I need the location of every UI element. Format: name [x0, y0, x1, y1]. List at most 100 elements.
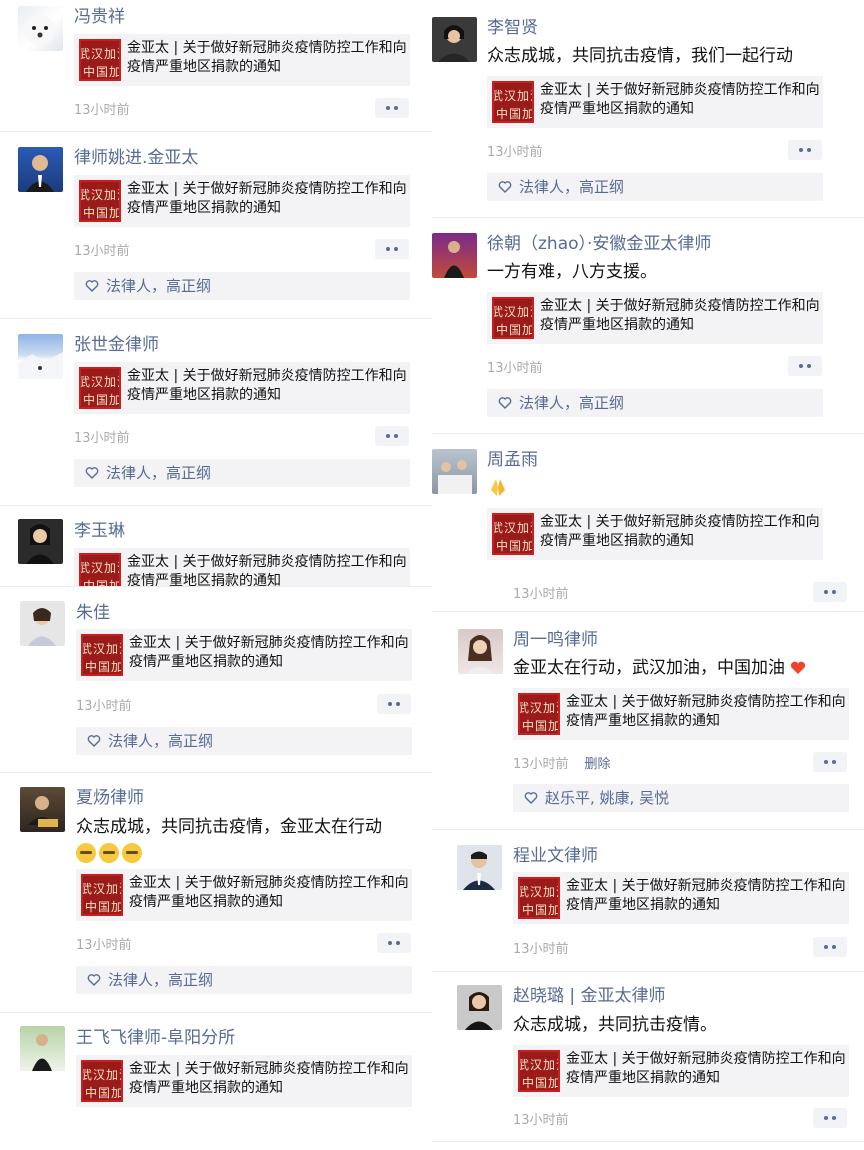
avatar[interactable]: [432, 449, 477, 494]
shared-link-card[interactable]: 武汉加油中国加油 金亚太 | 关于做好新冠肺炎疫情防控工作和向疫情严重地区捐款的…: [513, 1045, 849, 1097]
shared-link-card[interactable]: 武汉加油中国加油 金亚太 | 关于做好新冠肺炎疫情防控工作和向疫情严重地区捐款的…: [76, 869, 412, 921]
likes-bar: 法律人，高正纲: [76, 727, 412, 755]
avatar[interactable]: [432, 233, 477, 278]
author-name[interactable]: 王飞飞律师-阜阳分所: [76, 1026, 235, 1050]
post-zhujia: 朱佳 武汉加油中国加油 金亚太 | 关于做好新冠肺炎疫情防控工作和向疫情严重地区…: [0, 587, 432, 773]
shared-link-card[interactable]: 武汉加油中国加油 金亚太 | 关于做好新冠肺炎疫情防控工作和向疫情严重地区捐款的…: [487, 292, 823, 344]
more-dots-icon[interactable]: [813, 582, 847, 602]
link-thumbnail: 武汉加油中国加油: [518, 693, 560, 735]
post-fragment: 13小时前: [432, 574, 864, 612]
post-time: 13小时前: [76, 938, 132, 953]
more-dots-icon[interactable]: [375, 426, 409, 446]
shared-link-card[interactable]: 武汉加油中国加油 金亚太 | 关于做好新冠肺炎疫情防控工作和向疫情严重地区捐款的…: [513, 688, 849, 740]
likes-names[interactable]: 法律人，高正纲: [106, 462, 211, 484]
author-name[interactable]: 周一鸣律师: [513, 628, 598, 652]
post-text: 众志成城，共同抗击疫情，我们一起行动: [487, 46, 793, 66]
avatar[interactable]: [457, 985, 502, 1030]
delete-button[interactable]: 删除: [585, 757, 611, 772]
author-name[interactable]: 赵晓璐 | 金亚太律师: [513, 984, 666, 1008]
avatar[interactable]: [18, 519, 63, 564]
avatar[interactable]: [18, 334, 63, 379]
link-title: 金亚太 | 关于做好新冠肺炎疫情防控工作和向疫情严重地区捐款的通知: [127, 40, 407, 75]
left-column: 冯贵祥 武汉加油中国加油 金亚太 | 关于做好新冠肺炎疫情防控工作和向疫情严重地…: [0, 0, 432, 1150]
likes-bar: 法律人，高正纲: [74, 272, 410, 300]
likes-bar: 法律人，高正纲: [487, 173, 823, 201]
link-title: 金亚太 | 关于做好新冠肺炎疫情防控工作和向疫情严重地区捐款的通知: [566, 878, 846, 913]
author-name[interactable]: 律师姚进.金亚太: [74, 146, 198, 170]
author-name[interactable]: 周孟雨: [487, 448, 538, 472]
link-thumbnail: 武汉加油中国加油: [79, 553, 121, 586]
heart-outline-icon: [498, 181, 512, 193]
more-dots-icon[interactable]: [813, 752, 847, 772]
more-dots-icon[interactable]: [813, 1108, 847, 1128]
more-dots-icon[interactable]: [375, 239, 409, 259]
author-name[interactable]: 朱佳: [76, 601, 110, 625]
likes-names[interactable]: 法律人，高正纲: [106, 275, 211, 297]
avatar[interactable]: [18, 147, 63, 192]
shared-link-card[interactable]: 武汉加油中国加油 金亚太 | 关于做好新冠肺炎疫情防控工作和向疫情严重地区捐款的…: [513, 872, 849, 924]
author-name[interactable]: 徐朝（zhao）·安徽金亚太律师: [487, 232, 711, 256]
post-yaojin: 律师姚进.金亚太 武汉加油中国加油 金亚太 | 关于做好新冠肺炎疫情防控工作和向…: [0, 132, 432, 319]
link-title: 金亚太 | 关于做好新冠肺炎疫情防控工作和向疫情严重地区捐款的通知: [127, 554, 407, 587]
shared-link-card[interactable]: 武汉加油中国加油 金亚太 | 关于做好新冠肺炎疫情防控工作和向疫情严重地区捐款的…: [74, 34, 410, 86]
more-dots-icon[interactable]: [788, 356, 822, 376]
more-dots-icon[interactable]: [788, 140, 822, 160]
post-xiayang: 夏炀律师 众志成城，共同抗击疫情，金亚太在行动 武汉加油中国加油 金亚太 | 关…: [0, 773, 432, 1013]
link-title: 金亚太 | 关于做好新冠肺炎疫情防控工作和向疫情严重地区捐款的通知: [540, 514, 820, 549]
avatar[interactable]: [20, 601, 65, 646]
link-title: 金亚太 | 关于做好新冠肺炎疫情防控工作和向疫情严重地区捐款的通知: [129, 1061, 409, 1096]
red-heart-emoji-icon: [791, 661, 806, 674]
shared-link-card[interactable]: 武汉加油中国加油 金亚太 | 关于做好新冠肺炎疫情防控工作和向疫情严重地区捐款的…: [74, 362, 410, 414]
avatar[interactable]: [20, 1026, 65, 1071]
post-time: 13小时前 删除: [513, 757, 611, 772]
author-name[interactable]: 李智贤: [487, 16, 538, 40]
heart-outline-icon: [87, 974, 101, 986]
heart-outline-icon: [524, 792, 538, 804]
shared-link-card[interactable]: 武汉加油中国加油 金亚太 | 关于做好新冠肺炎疫情防控工作和向疫情严重地区捐款的…: [76, 1055, 412, 1107]
link-thumbnail: 武汉加油中国加油: [81, 1060, 123, 1102]
avatar[interactable]: [458, 629, 503, 674]
more-dots-icon[interactable]: [813, 937, 847, 957]
shared-link-card[interactable]: 武汉加油中国加油 金亚太 | 关于做好新冠肺炎疫情防控工作和向疫情严重地区捐款的…: [74, 175, 410, 227]
likes-names[interactable]: 法律人，高正纲: [108, 969, 213, 991]
avatar[interactable]: [432, 17, 477, 62]
link-thumbnail: 武汉加油中国加油: [81, 634, 123, 676]
author-name[interactable]: 冯贵祥: [74, 5, 125, 29]
author-name[interactable]: 程业文律师: [513, 844, 598, 868]
shared-link-card[interactable]: 武汉加油中国加油 金亚太 | 关于做好新冠肺炎疫情防控工作和向疫情严重地区捐款的…: [487, 76, 823, 128]
link-thumbnail: 武汉加油中国加油: [492, 513, 534, 555]
post-feng: 冯贵祥 武汉加油中国加油 金亚太 | 关于做好新冠肺炎疫情防控工作和向疫情严重地…: [0, 0, 432, 132]
shared-link-card[interactable]: 武汉加油中国加油 金亚太 | 关于做好新冠肺炎疫情防控工作和向疫情严重地区捐款的…: [76, 629, 412, 681]
avatar[interactable]: [457, 845, 502, 890]
more-dots-icon[interactable]: [377, 694, 411, 714]
post-time: 13小时前: [76, 699, 132, 714]
link-thumbnail: 武汉加油中国加油: [79, 180, 121, 222]
post-time: 13小时前: [74, 244, 130, 259]
likes-names[interactable]: 法律人，高正纲: [519, 392, 624, 414]
more-dots-icon[interactable]: [375, 98, 409, 118]
post-text: 一方有难，八方支援。: [487, 262, 657, 282]
avatar[interactable]: [18, 6, 63, 51]
shared-link-card[interactable]: 武汉加油中国加油 金亚太 | 关于做好新冠肺炎疫情防控工作和向疫情严重地区捐款的…: [487, 508, 823, 560]
post-zhangshijin: 张世金律师 武汉加油中国加油 金亚太 | 关于做好新冠肺炎疫情防控工作和向疫情严…: [0, 319, 432, 506]
right-column: 李智贤 众志成城，共同抗击疫情，我们一起行动 武汉加油中国加油 金亚太 | 关于…: [432, 0, 864, 1150]
post-emoji: [76, 839, 145, 863]
likes-names[interactable]: 法律人，高正纲: [108, 730, 213, 752]
link-title: 金亚太 | 关于做好新冠肺炎疫情防控工作和向疫情严重地区捐款的通知: [566, 1051, 846, 1086]
heart-outline-icon: [498, 397, 512, 409]
link-thumbnail: 武汉加油中国加油: [492, 297, 534, 339]
link-title: 金亚太 | 关于做好新冠肺炎疫情防控工作和向疫情严重地区捐款的通知: [127, 181, 407, 216]
author-name[interactable]: 夏炀律师: [76, 786, 144, 810]
author-name[interactable]: 张世金律师: [74, 333, 159, 357]
link-thumbnail: 武汉加油中国加油: [518, 877, 560, 919]
shared-link-card[interactable]: 武汉加油中国加油 金亚太 | 关于做好新冠肺炎疫情防控工作和向疫情严重地区捐款的…: [74, 548, 410, 587]
post-zhaoxiaolu: 赵晓璐 | 金亚太律师 众志成城，共同抗击疫情。 武汉加油中国加油 金亚太 | …: [432, 972, 864, 1142]
avatar[interactable]: [20, 787, 65, 832]
link-thumbnail: 武汉加油中国加油: [81, 874, 123, 916]
likes-names[interactable]: 赵乐平, 姚康, 吴悦: [545, 787, 669, 809]
likes-names[interactable]: 法律人，高正纲: [519, 176, 624, 198]
post-xuzhao: 徐朝（zhao）·安徽金亚太律师 一方有难，八方支援。 武汉加油中国加油 金亚太…: [432, 218, 864, 434]
author-name[interactable]: 李玉琳: [74, 519, 125, 543]
post-time: 13小时前: [74, 431, 130, 446]
more-dots-icon[interactable]: [377, 933, 411, 953]
